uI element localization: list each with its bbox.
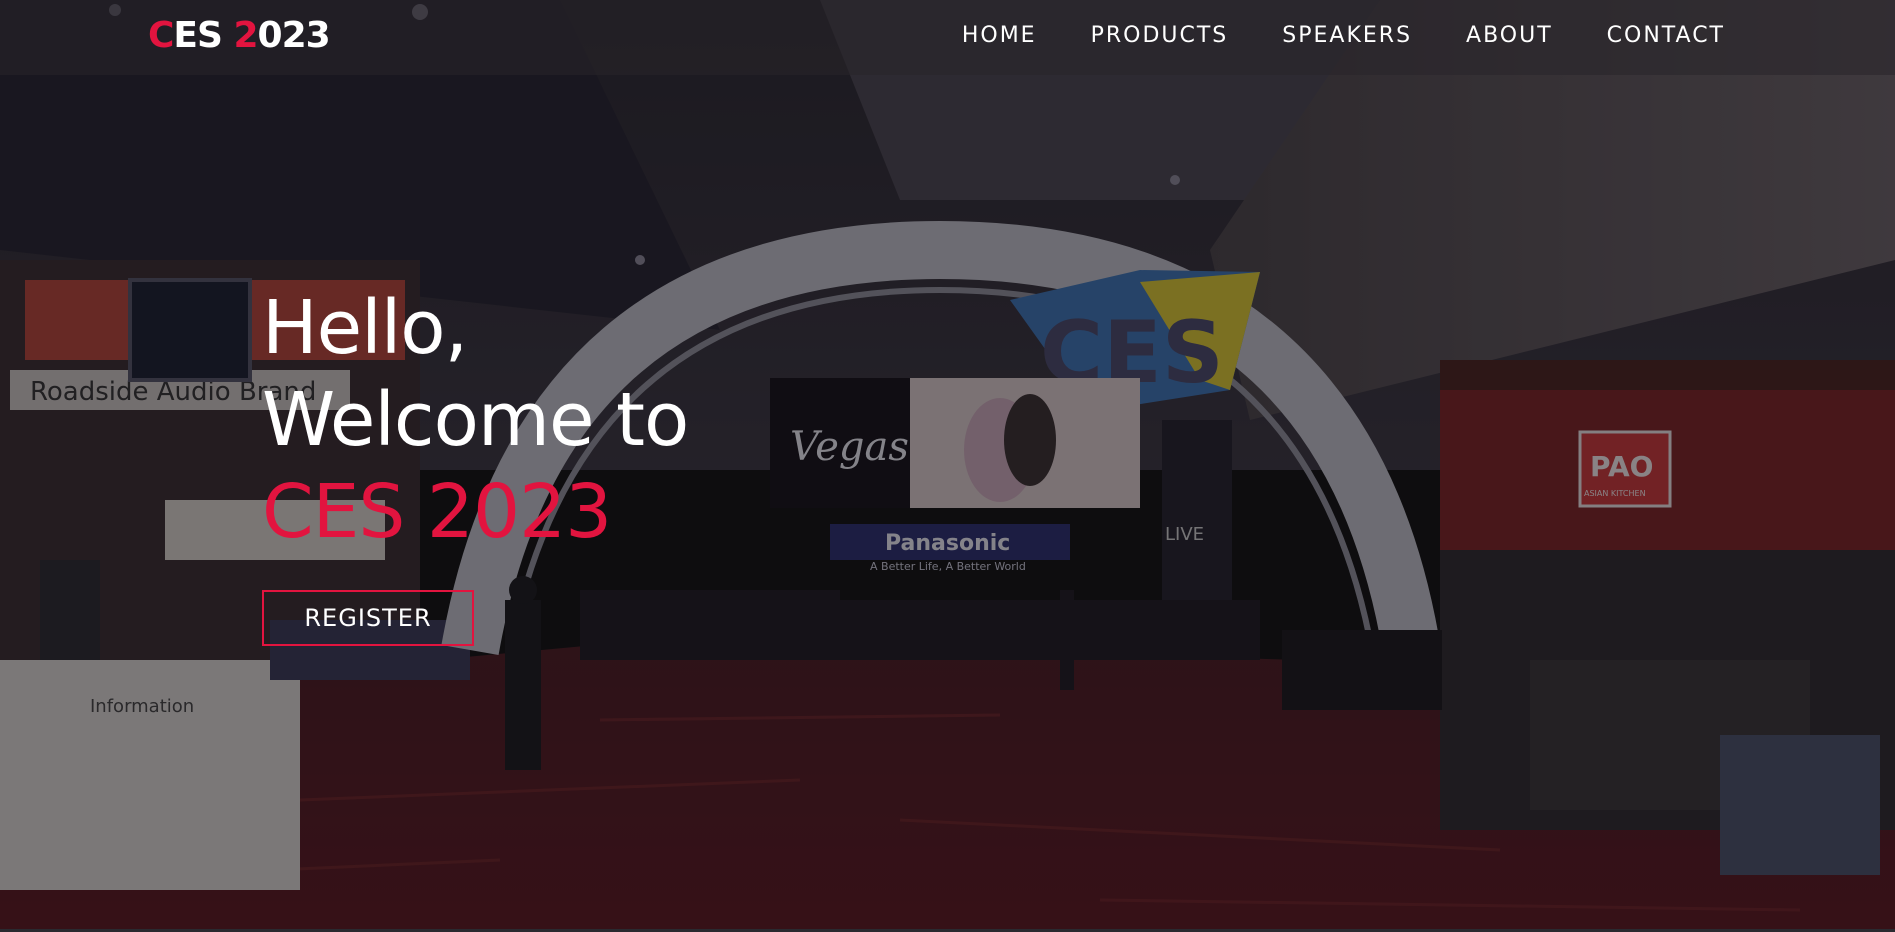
register-button[interactable]: REGISTER: [262, 590, 474, 646]
logo-digits-023: 023: [257, 15, 331, 56]
landing-page: Roadside Audio Brand Information CES Veg…: [0, 0, 1895, 932]
nav-home-link[interactable]: HOME: [962, 20, 1037, 52]
logo-digit-2: 2: [233, 15, 258, 56]
nav-speakers-link[interactable]: SPEAKERS: [1282, 20, 1412, 52]
site-logo[interactable]: CES 2023: [148, 14, 331, 58]
hero-heading: Hello, Welcome to CES 2023: [262, 282, 689, 558]
hero-greeting: Hello,: [262, 285, 468, 371]
logo-letters-es: ES: [173, 15, 234, 56]
main-nav: HOME PRODUCTS SPEAKERS ABOUT CONTACT: [962, 20, 1725, 52]
site-header: CES 2023 HOME PRODUCTS SPEAKERS ABOUT CO…: [0, 0, 1895, 75]
nav-products-link[interactable]: PRODUCTS: [1091, 20, 1229, 52]
logo-letter-c: C: [148, 15, 174, 56]
hero-event-name: CES 2023: [262, 469, 612, 555]
nav-about-link[interactable]: ABOUT: [1466, 20, 1553, 52]
hero-welcome: Welcome to: [262, 377, 689, 463]
nav-contact-link[interactable]: CONTACT: [1607, 20, 1725, 52]
